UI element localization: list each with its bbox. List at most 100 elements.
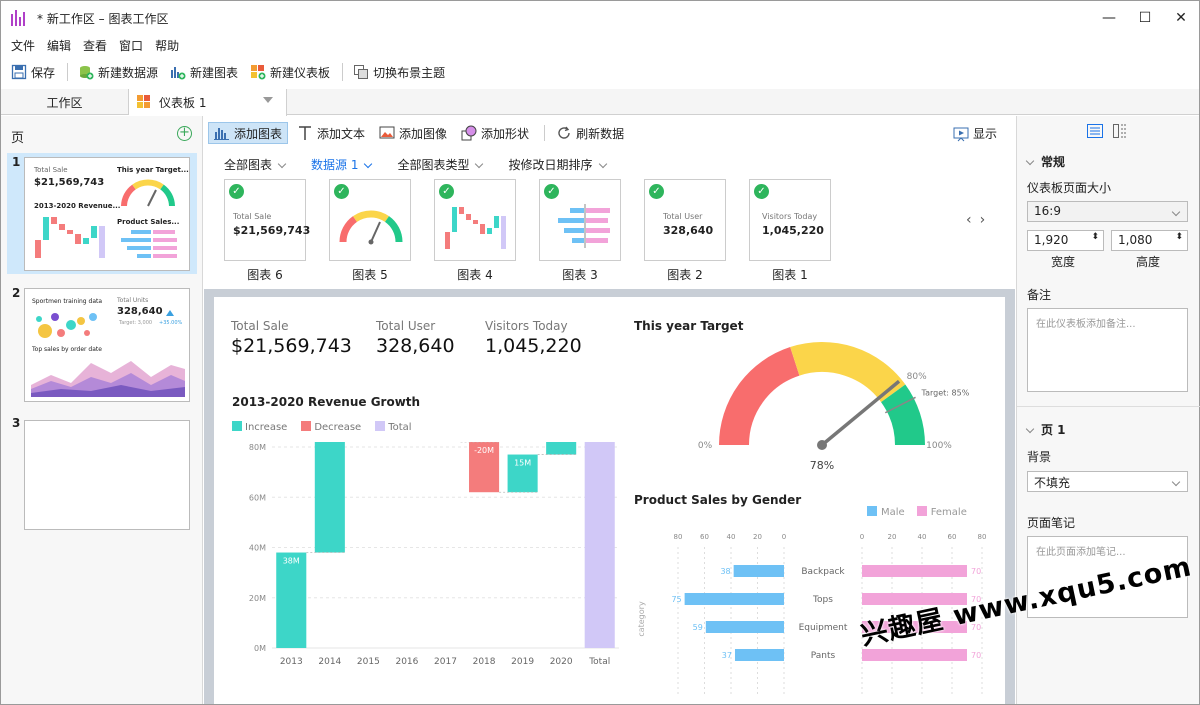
add-image-button[interactable]: 添加图像	[374, 122, 452, 144]
thumb-revenue-title: 2013-2020 Revenue...	[34, 202, 121, 210]
refresh-data-label: 刷新数据	[576, 126, 625, 141]
waterfall-bar	[584, 442, 615, 648]
next-arrow-icon[interactable]: ›	[980, 212, 994, 228]
filter-datasource[interactable]: 数据源 1	[311, 156, 373, 173]
refresh-data-button[interactable]: 刷新数据	[551, 122, 629, 144]
chart-card-1[interactable]: ✓ Visitors Today 1,045,220	[749, 179, 831, 261]
menu-window[interactable]: 窗口	[119, 37, 143, 55]
x-tick-label: 20	[888, 533, 897, 541]
x-tick-label: 80	[978, 533, 987, 541]
category-label: Pants	[811, 651, 836, 661]
switch-theme-button[interactable]: 切换布景主题	[353, 60, 445, 84]
chevron-down-icon	[277, 159, 287, 169]
chart-card-6[interactable]: ✓ Total Sale $21,569,743	[224, 179, 310, 261]
background-select[interactable]: 不填充	[1027, 471, 1188, 492]
chart-card-5[interactable]: ✓	[329, 179, 411, 261]
height-value: 1,080	[1118, 233, 1153, 247]
text-icon	[297, 125, 313, 141]
thumb-title: Sportmen training data	[32, 298, 103, 305]
chart-card-4[interactable]: ✓	[434, 179, 516, 261]
toolbar-divider	[544, 125, 546, 141]
gauge-needle	[820, 379, 901, 447]
spinner-icon[interactable]: ⬍	[1175, 232, 1183, 242]
tab-dashboard[interactable]: 仪表板 1	[129, 89, 287, 116]
gallery-nav: ‹›	[966, 212, 993, 228]
pages-panel-title: 页	[11, 131, 25, 146]
toolbar-divider	[342, 63, 344, 81]
check-icon: ✓	[229, 184, 244, 199]
width-input[interactable]: 1,920 ⬍	[1027, 230, 1104, 251]
spinner-icon[interactable]: ⬍	[1091, 232, 1099, 242]
panel-view-toggle	[1087, 124, 1127, 141]
dashboard-icon	[137, 94, 153, 111]
data-label: 38	[720, 567, 730, 576]
new-datasource-button[interactable]: 新建数据源	[78, 60, 158, 84]
menu-file[interactable]: 文件	[11, 37, 35, 55]
prev-arrow-icon[interactable]: ‹	[966, 212, 980, 228]
tab-dashboard-label: 仪表板 1	[159, 96, 207, 110]
data-label: 70	[971, 567, 981, 576]
new-chart-label: 新建图表	[190, 65, 239, 80]
chart-card-label: 图表 6	[247, 268, 283, 282]
x-tick-label: 60	[700, 533, 709, 541]
legend-item-female: Female	[916, 506, 967, 518]
thumb-gauge-title: This year Target...	[117, 166, 189, 174]
gauge-tick-label: 40%	[776, 337, 796, 340]
layout-icon[interactable]	[1113, 124, 1127, 141]
chart-card-2[interactable]: ✓ Total User 328,640	[644, 179, 726, 261]
filter-datasource-label: 数据源 1	[311, 158, 359, 172]
height-input[interactable]: 1,080 ⬍	[1111, 230, 1188, 251]
new-chart-button[interactable]: 新建图表	[170, 60, 238, 84]
x-tick-label: 0	[782, 533, 786, 541]
product-title: Product Sales by Gender	[634, 493, 802, 507]
add-shape-button[interactable]: 添加形状	[456, 122, 534, 144]
page-item-2[interactable]: 2 Sportmen training data Total Units 328…	[7, 284, 197, 402]
tab-workspace[interactable]: 工作区	[1, 89, 129, 115]
category-label: Backpack	[801, 567, 845, 577]
axis-label: category	[637, 601, 646, 637]
present-icon	[953, 126, 969, 142]
page-item-1[interactable]: 1 Total Sale $21,569,743 This year Targe…	[7, 153, 197, 274]
maximize-button[interactable]: ☐	[1127, 1, 1163, 35]
add-text-button[interactable]: 添加文本	[292, 122, 370, 144]
properties-icon[interactable]	[1087, 124, 1103, 141]
chart-card-label: 图表 5	[352, 268, 388, 282]
gauge-tick-label: 80%	[907, 372, 927, 382]
filter-all-charts[interactable]: 全部图表	[224, 156, 287, 173]
chart-card-3[interactable]: ✓	[539, 179, 621, 261]
filter-sort[interactable]: 按修改日期排序	[508, 156, 607, 173]
chart-card-label: 图表 3	[562, 268, 598, 282]
new-dashboard-label: 新建仪表板	[270, 65, 331, 80]
section-page[interactable]: 页 1	[1025, 421, 1066, 438]
show-button[interactable]: 显示	[953, 125, 997, 142]
y-tick-label: 0M	[254, 644, 266, 653]
tab-dropdown-icon[interactable]	[263, 97, 273, 103]
page-size-select[interactable]: 16:9	[1027, 201, 1188, 222]
filter-chart-type[interactable]: 全部图表类型	[397, 156, 484, 173]
new-dashboard-button[interactable]: 新建仪表板	[250, 60, 330, 84]
section-general[interactable]: 常规	[1025, 153, 1065, 170]
add-page-button[interactable]: +	[177, 126, 192, 141]
save-button[interactable]: 保存	[11, 60, 55, 84]
gauge-value-label: 78%	[810, 459, 834, 472]
menu-view[interactable]: 查看	[83, 37, 107, 55]
menu-edit[interactable]: 编辑	[47, 37, 71, 55]
thumb-kpi-label: Total Sale	[34, 166, 68, 174]
width-label: 宽度	[1051, 255, 1076, 269]
card-kpi-value: 1,045,220	[762, 224, 824, 237]
notes-textarea[interactable]: 在此仪表板添加备注...	[1027, 308, 1188, 392]
page-item-3[interactable]: 3	[7, 414, 197, 532]
thumb-kpi-value: $21,569,743	[34, 177, 105, 188]
app-window: * 新工作区 – 图表工作区 — ☐ ✕ 文件 编辑 查看 窗口 帮助 保存 新…	[0, 0, 1200, 705]
x-tick-label: 2017	[434, 657, 457, 667]
close-button[interactable]: ✕	[1163, 1, 1199, 35]
tab-workspace-label: 工作区	[46, 95, 83, 110]
chart-card-label: 图表 2	[667, 268, 703, 282]
minimize-button[interactable]: —	[1091, 1, 1127, 35]
add-chart-button[interactable]: 添加图表	[208, 122, 289, 144]
card-kpi-label: Total Sale	[233, 212, 272, 221]
chevron-down-icon	[1171, 207, 1181, 217]
menu-help[interactable]: 帮助	[155, 37, 179, 55]
thumb-kpi-value: 328,640	[117, 306, 163, 317]
thumb-kpi-pct: +35.00%	[159, 320, 183, 326]
